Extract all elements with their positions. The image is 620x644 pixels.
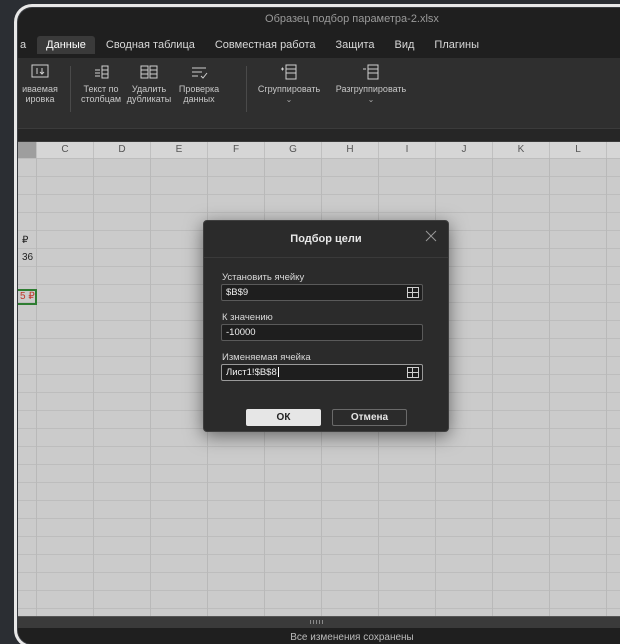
collapsible-group-button[interactable]: иваемая ировка <box>18 64 64 104</box>
data-validation-button[interactable]: Проверка данных <box>176 64 222 104</box>
changing-cell-value: Лист1!$B$8 <box>226 367 277 378</box>
set-cell-input[interactable]: $B$9 <box>221 284 423 301</box>
tab-plugins[interactable]: Плагины <box>425 36 488 54</box>
scroll-grip[interactable] <box>310 620 324 624</box>
column-header-e[interactable]: E <box>151 142 208 158</box>
remove-duplicates-label-2: дубликаты <box>126 94 172 104</box>
column-header-f[interactable]: F <box>208 142 265 158</box>
changing-cell-label: Изменяемая ячейка <box>222 352 311 363</box>
ungroup-button[interactable]: Разгруппировать ⌄ <box>330 64 412 105</box>
tab-partial[interactable]: а <box>18 36 35 54</box>
ribbon-divider <box>70 66 71 112</box>
group-rows-icon <box>281 64 297 80</box>
to-value-value: -10000 <box>226 327 256 338</box>
ungroup-label: Разгруппировать <box>335 84 407 94</box>
column-header-j[interactable]: J <box>436 142 493 158</box>
column-header-k[interactable]: K <box>493 142 550 158</box>
ribbon-tabs: а Данные Сводная таблица Совместная рабо… <box>18 34 620 56</box>
to-value-input[interactable]: -10000 <box>221 324 423 341</box>
ribbon-divider <box>246 66 247 112</box>
formula-bar[interactable] <box>18 129 620 142</box>
ok-button[interactable]: ОК <box>246 409 321 426</box>
dialog-title: Подбор цели <box>290 233 362 245</box>
ribbon-toolbar: иваемая ировка Текст по столбцам Удалить… <box>18 58 620 129</box>
to-value-label: К значению <box>222 312 273 323</box>
ungroup-chevron-down-icon: ⌄ <box>367 95 375 104</box>
dialog-divider <box>204 257 448 258</box>
set-cell-value: $B$9 <box>226 287 249 298</box>
window-title-bar: Образец подбор параметра-2.xlsx <box>18 8 620 30</box>
set-cell-label: Установить ячейку <box>222 272 305 283</box>
tab-view[interactable]: Вид <box>386 36 424 54</box>
close-icon[interactable] <box>423 228 439 244</box>
remove-duplicates-icon <box>140 65 158 79</box>
group-label: Сгруппировать <box>257 84 321 94</box>
status-bar: Все изменения сохранены <box>18 628 620 644</box>
column-header-b[interactable] <box>18 142 37 158</box>
active-cell-border <box>18 289 37 305</box>
cancel-button[interactable]: Отмена <box>332 409 407 426</box>
app-window: Образец подбор параметра-2.xlsx а Данные… <box>18 8 620 644</box>
text-to-columns-button[interactable]: Текст по столбцам <box>78 64 124 104</box>
tab-protection[interactable]: Защита <box>327 36 384 54</box>
text-caret <box>277 367 279 378</box>
data-validation-icon <box>192 67 208 79</box>
column-headers: C D E F G H I J K L <box>18 142 620 159</box>
tab-data[interactable]: Данные <box>37 36 95 54</box>
text-to-columns-label-2: столбцам <box>80 94 122 104</box>
column-header-h[interactable]: H <box>322 142 379 158</box>
group-chevron-down-icon: ⌄ <box>285 95 293 104</box>
collapsible-group-label-2: ировка <box>25 94 55 104</box>
cell-value[interactable]: 36 <box>22 252 33 263</box>
column-header-g[interactable]: G <box>265 142 322 158</box>
text-to-columns-label-1: Текст по <box>83 84 119 94</box>
collapsible-group-label-1: иваемая <box>22 84 58 94</box>
text-to-columns-icon <box>95 65 109 79</box>
column-header-l[interactable]: L <box>550 142 607 158</box>
tab-collaboration[interactable]: Совместная работа <box>206 36 325 54</box>
data-validation-label-2: данных <box>183 94 215 104</box>
changing-cell-input[interactable]: Лист1!$B$8 <box>221 364 423 381</box>
column-header-d[interactable]: D <box>94 142 151 158</box>
group-collapse-icon <box>31 64 49 78</box>
cell-currency[interactable]: ₽ <box>22 235 28 246</box>
column-header-c[interactable]: C <box>37 142 94 158</box>
select-range-icon[interactable] <box>407 287 419 298</box>
window-title: Образец подбор параметра-2.xlsx <box>265 13 439 25</box>
remove-duplicates-label-1: Удалить <box>131 84 167 94</box>
select-range-icon[interactable] <box>407 367 419 378</box>
ungroup-rows-icon <box>363 64 379 80</box>
goal-seek-dialog: Подбор цели Установить ячейку $B$9 К зна… <box>203 220 449 432</box>
remove-duplicates-button[interactable]: Удалить дубликаты <box>124 64 174 104</box>
data-validation-label-1: Проверка <box>178 84 220 94</box>
status-text: Все изменения сохранены <box>290 632 414 643</box>
column-header-i[interactable]: I <box>379 142 436 158</box>
tab-pivot-table[interactable]: Сводная таблица <box>97 36 204 54</box>
group-button[interactable]: Сгруппировать ⌄ <box>254 64 324 105</box>
